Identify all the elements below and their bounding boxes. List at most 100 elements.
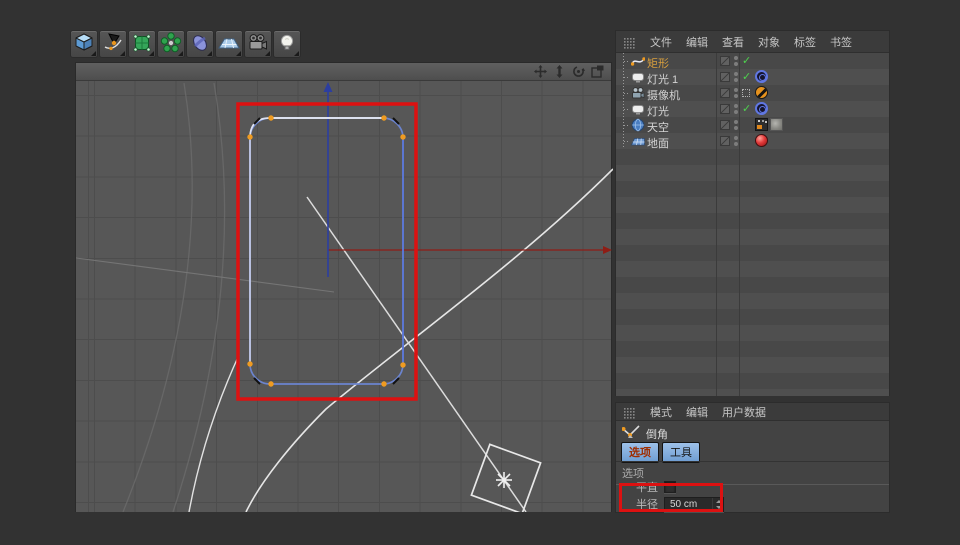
maximize-icon[interactable] [591,65,604,78]
visibility-dots[interactable] [734,56,738,66]
object-manager: 文件编辑查看对象标签书签 矩形✓灯光 1✓摄像机灯光✓天空地面 [615,30,890,396]
layer-chip[interactable] [720,120,730,130]
floor-object-icon [218,32,240,57]
deformer-tool-button[interactable] [186,30,214,58]
attribute-manager: 模式编辑用户数据 倒角 选项工具 选项 平直 [615,402,890,513]
menu-1[interactable]: 模式 [650,404,672,420]
visibility-dots[interactable] [734,104,738,114]
cube-primitive-tool-button[interactable] [70,30,98,58]
texture-tag-icon[interactable] [770,118,783,131]
visibility-dots[interactable] [734,136,738,146]
zoom-icon[interactable] [553,65,566,78]
pan-icon[interactable] [534,65,547,78]
cube-primitive-icon [73,32,95,57]
y-axis-arrow [324,82,333,92]
radius-stepper[interactable] [712,498,723,511]
subdivision-cube-icon [131,32,153,57]
tag-list [755,86,768,99]
spline-points[interactable] [247,115,405,386]
bevel-tool-icon [622,424,640,444]
tree-tick [624,77,630,78]
viewport-header [76,63,611,81]
light-object-tool-button[interactable] [273,30,301,58]
radius-value: 50 cm [670,499,697,510]
target-tag-icon[interactable] [755,102,768,115]
material-tag-icon[interactable] [755,134,768,147]
light-object-icon [276,32,298,57]
spline-pen-tool-button[interactable] [99,30,127,58]
layer-chip[interactable] [720,56,730,66]
viewport-canvas[interactable] [76,81,611,512]
camera-object-tool-button[interactable] [244,30,272,58]
cinema4d-window: 文件编辑查看对象标签书签 矩形✓灯光 1✓摄像机灯光✓天空地面 模式编辑用户数据… [0,0,960,545]
annotation-rectangle-spline [238,104,416,399]
layer-chip[interactable] [720,104,730,114]
tab-工具[interactable]: 工具 [662,442,700,463]
no-entry-tag-icon[interactable] [755,86,768,99]
background-arc [173,83,225,512]
sky-object-icon [631,118,645,132]
object-row-矩形[interactable]: 矩形✓ [616,53,889,69]
tangent-handles[interactable] [254,118,399,384]
layer-chip[interactable] [720,72,730,82]
object-row-天空[interactable]: 天空 [616,117,889,133]
spline-object-icon [631,54,645,68]
tree-tick [624,141,630,142]
white-arc-small [189,355,239,512]
asterisk-marker [496,472,512,488]
tree-tick [624,125,630,126]
array-object-tool-button[interactable] [157,30,185,58]
object-row-灯光 1[interactable]: 灯光 1✓ [616,69,889,85]
tree-tick [624,61,630,62]
rectangle-spline[interactable] [250,118,403,384]
visibility-dots[interactable] [734,120,738,130]
flat-label: 平直 [636,479,662,495]
tag-list [755,102,768,115]
camera-object-icon [631,86,645,100]
layer-chip[interactable] [720,88,730,98]
floor-object-tool-button[interactable] [215,30,243,58]
rotate-icon[interactable] [572,65,585,78]
background-line [76,258,334,292]
object-row-地面[interactable]: 地面 [616,133,889,149]
panel-grip-icon[interactable] [624,406,636,417]
target-tag-icon[interactable] [755,70,768,83]
deformer-icon [189,32,211,57]
viewport [75,62,612,512]
enabled-check-icon[interactable]: ✓ [742,54,754,67]
attribute-manager-menubar: 模式编辑用户数据 [616,403,889,421]
object-row-灯光[interactable]: 灯光✓ [616,101,889,117]
main-toolbar [70,30,301,58]
panel-grip-icon[interactable] [624,36,636,47]
menu-3[interactable]: 用户数据 [722,404,766,420]
tag-list [755,118,783,131]
layer-chip[interactable] [720,136,730,146]
menu-6[interactable]: 书签 [830,34,852,50]
active-camera-icon[interactable] [742,89,750,97]
tab-选项[interactable]: 选项 [621,442,659,463]
enabled-check-icon[interactable]: ✓ [742,102,754,115]
visibility-dots[interactable] [734,88,738,98]
radius-input[interactable]: 50 cm [664,497,724,512]
menu-5[interactable]: 标签 [794,34,816,50]
menu-2[interactable]: 编辑 [686,34,708,50]
compositing-tag-icon[interactable] [755,118,768,131]
floor-object-icon [631,134,645,148]
menu-2[interactable]: 编辑 [686,404,708,420]
tree-tick [624,109,630,110]
camera-object-icon [247,32,269,57]
menu-3[interactable]: 查看 [722,34,744,50]
visibility-dots[interactable] [734,72,738,82]
x-axis-arrow [603,246,612,254]
tool-title: 倒角 [646,426,668,442]
radius-label: 半径 [636,496,662,512]
subdivision-cube-tool-button[interactable] [128,30,156,58]
flat-checkbox[interactable] [664,481,676,493]
object-row-摄像机[interactable]: 摄像机 [616,85,889,101]
menu-4[interactable]: 对象 [758,34,780,50]
menu-1[interactable]: 文件 [650,34,672,50]
enabled-check-icon[interactable]: ✓ [742,70,754,83]
viewport-scene [76,81,613,512]
object-list: 矩形✓灯光 1✓摄像机灯光✓天空地面 [616,53,889,396]
tag-list [755,70,768,83]
